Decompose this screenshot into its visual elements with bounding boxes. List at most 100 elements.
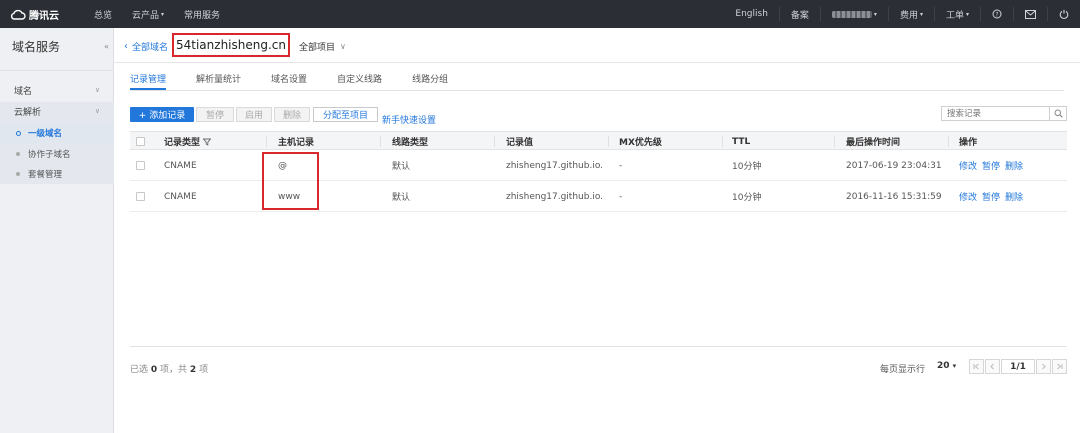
domain-title: 54tianzhisheng.cn: [172, 33, 290, 57]
col-record-type[interactable]: 记录类型: [164, 132, 212, 151]
search-icon: [1054, 109, 1063, 118]
add-record-button[interactable]: + 添加记录: [130, 107, 194, 122]
total-count: 2: [189, 365, 197, 375]
pause-link[interactable]: 暂停: [982, 190, 1000, 203]
caret-down-icon: ▾: [161, 10, 165, 18]
cell-line-type: 默认: [392, 162, 411, 172]
cell-last-modified: 2016-11-16 15:31:59: [846, 191, 942, 202]
power-button[interactable]: [1047, 7, 1080, 21]
billing-menu[interactable]: 费用 ▾: [887, 7, 934, 21]
tab-line-groups[interactable]: 线路分组: [412, 72, 448, 90]
caret-down-icon: ▾: [873, 10, 877, 18]
nav-products[interactable]: 云产品 ▾: [132, 8, 164, 21]
enable-button[interactable]: 启用: [236, 107, 272, 122]
delete-button[interactable]: 删除: [274, 107, 310, 122]
chevron-left-icon: ‹: [124, 41, 128, 52]
row-select-cell: [136, 181, 145, 212]
sidebar-divider: [0, 70, 114, 71]
column-separator: [948, 136, 949, 147]
select-all-checkbox[interactable]: [136, 137, 145, 146]
chevron-down-icon: ∨: [340, 42, 346, 51]
caret-down-icon: ▾: [952, 362, 957, 370]
cell-actions: 修改 暂停 删除: [959, 150, 1028, 181]
project-select[interactable]: 全部项目 ∨: [299, 40, 346, 53]
last-page-icon: [1057, 363, 1063, 370]
cell-record-value: zhisheng17.github.io.: [506, 160, 604, 171]
tab-domain-settings[interactable]: 域名设置: [271, 72, 307, 90]
tab-bar: 记录管理 解析量统计 域名设置 自定义线路 线路分组: [130, 72, 478, 90]
ticket-label: 工单: [945, 10, 964, 21]
sidebar-item-plan-management[interactable]: 套餐管理: [0, 164, 114, 184]
filing-link[interactable]: 备案: [778, 7, 820, 21]
sidebar-item-primary-domain[interactable]: 一级域名: [0, 123, 114, 143]
row-checkbox[interactable]: [136, 192, 145, 201]
column-separator: [608, 136, 609, 147]
delete-link[interactable]: 删除: [1005, 190, 1023, 203]
power-icon: [1059, 9, 1069, 19]
sidebar-title: 域名服务: [12, 40, 61, 54]
cell-line-type: 默认: [392, 193, 411, 203]
edit-link[interactable]: 修改: [959, 159, 977, 172]
cell-ttl: 10分钟: [732, 193, 762, 203]
prev-page-button[interactable]: [985, 359, 1000, 374]
pause-link[interactable]: 暂停: [982, 159, 1000, 172]
last-page-button[interactable]: [1052, 359, 1067, 374]
help-button[interactable]: ?: [980, 7, 1013, 21]
status-suffix: 项: [199, 365, 209, 375]
cell-mx-priority: -: [619, 160, 623, 171]
column-separator: [722, 136, 723, 147]
search-button[interactable]: [1050, 106, 1067, 121]
row-checkbox[interactable]: [136, 161, 145, 170]
nav-common-services[interactable]: 常用服务: [184, 8, 220, 21]
footer-divider: [130, 346, 1067, 347]
first-page-button[interactable]: [969, 359, 984, 374]
sidebar-item-label: 域名: [14, 86, 33, 97]
col-actions: 操作: [959, 138, 978, 148]
col-ttl: TTL: [732, 136, 751, 147]
assign-to-project-button[interactable]: 分配至项目: [313, 107, 378, 122]
tab-record-management[interactable]: 记录管理: [130, 72, 167, 90]
delete-link[interactable]: 删除: [1005, 159, 1023, 172]
page-size-value: 20: [937, 361, 950, 371]
nav-products-label: 云产品: [132, 10, 160, 21]
current-page: 1/1: [1001, 359, 1035, 374]
cell-record-type: CNAME: [164, 160, 197, 171]
chevron-down-icon: ∨: [94, 86, 100, 94]
chevron-right-icon: [1042, 363, 1046, 370]
cell-actions: 修改 暂停 删除: [959, 181, 1028, 212]
sidebar-item-cloud-dns[interactable]: 云解析 ∨: [0, 101, 114, 121]
sidebar-item-label: 套餐管理: [28, 170, 63, 180]
help-icon: ?: [992, 9, 1002, 19]
back-to-all-domains-link[interactable]: ‹ 全部域名: [124, 40, 168, 53]
col-label: 记录类型: [164, 138, 201, 148]
search-records-input[interactable]: [941, 106, 1050, 121]
bullet-dot-icon: [16, 152, 20, 156]
pause-button[interactable]: 暂停: [196, 107, 234, 122]
tab-custom-lines[interactable]: 自定义线路: [337, 72, 382, 90]
collapse-sidebar-button[interactable]: «: [104, 42, 114, 56]
tab-resolution-stats[interactable]: 解析量统计: [196, 72, 241, 90]
messages-button[interactable]: [1013, 7, 1047, 21]
column-separator: [834, 136, 835, 147]
brand-name: 腾讯云: [29, 10, 59, 22]
cell-record-value: zhisheng17.github.io.: [506, 191, 604, 202]
cell-ttl: 10分钟: [732, 162, 762, 172]
nav-overview[interactable]: 总览: [94, 8, 112, 21]
page-size-select[interactable]: 20 ▾: [937, 361, 956, 371]
header-divider: [114, 62, 1080, 63]
ticket-menu[interactable]: 工单 ▾: [933, 7, 980, 21]
quick-setup-link[interactable]: 新手快速设置: [382, 113, 436, 126]
account-name-redacted: [831, 10, 872, 18]
rows-per-page-label: 每页显示行: [880, 365, 926, 375]
caret-down-icon: ▾: [965, 10, 969, 18]
status-prefix: 已选: [130, 365, 149, 375]
next-page-button[interactable]: [1036, 359, 1051, 374]
filter-icon: [203, 138, 212, 146]
sidebar-item-collab-subdomain[interactable]: 协作子域名: [0, 144, 114, 164]
pagination: 1/1: [969, 359, 1068, 374]
account-menu[interactable]: ▾: [819, 7, 888, 21]
sidebar-item-domain[interactable]: 域名 ∨: [0, 80, 114, 100]
brand-logo[interactable]: 腾讯云: [10, 7, 74, 22]
edit-link[interactable]: 修改: [959, 190, 977, 203]
language-link[interactable]: English: [724, 7, 779, 21]
